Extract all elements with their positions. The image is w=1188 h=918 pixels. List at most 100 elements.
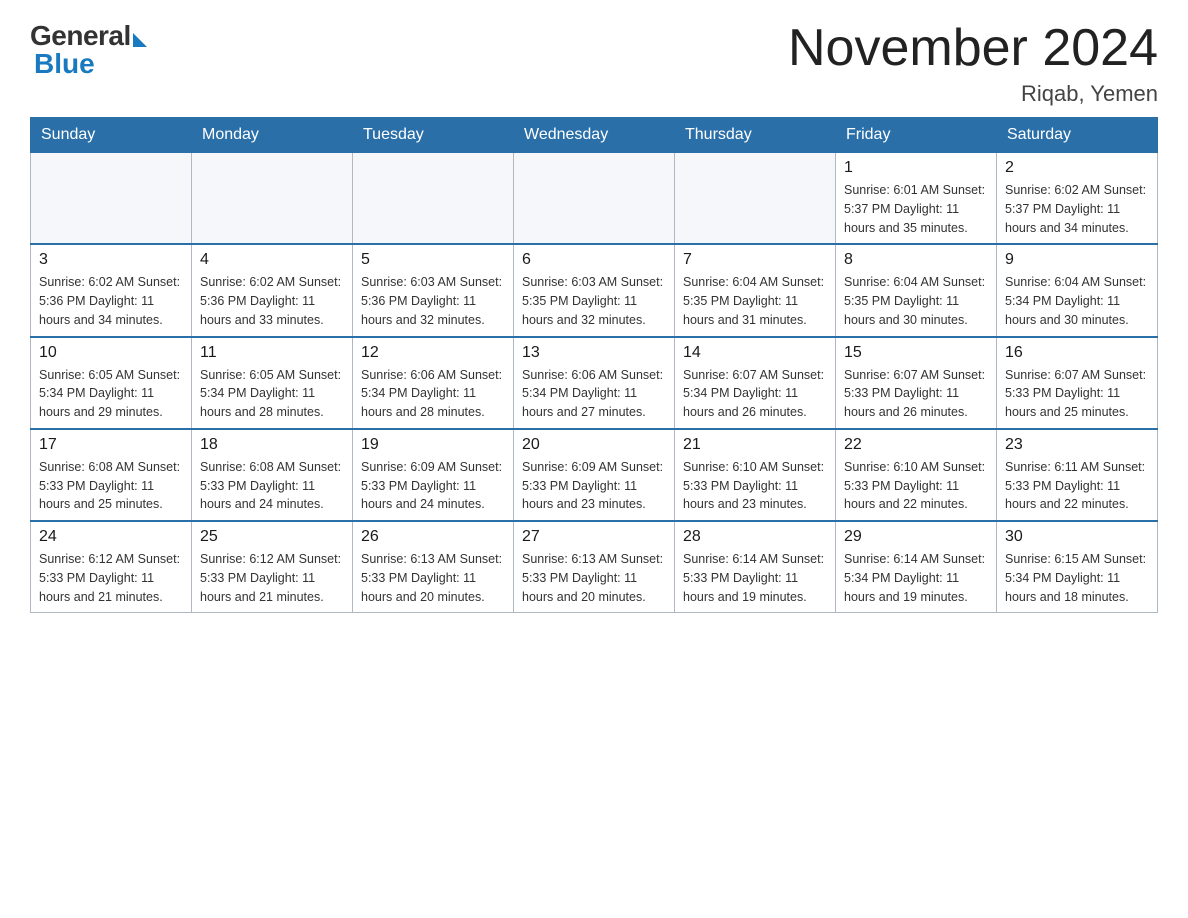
day-number: 28 bbox=[683, 528, 827, 546]
day-info-text: Sunrise: 6:05 AM Sunset: 5:34 PM Dayligh… bbox=[200, 366, 344, 422]
day-info-text: Sunrise: 6:08 AM Sunset: 5:33 PM Dayligh… bbox=[200, 458, 344, 514]
day-cell: 7 Sunrise: 6:04 AM Sunset: 5:35 PM Daylig… bbox=[675, 244, 836, 336]
day-cell: 24 Sunrise: 6:12 AM Sunset: 5:33 PM Dayli… bbox=[31, 521, 192, 613]
day-cell bbox=[675, 153, 836, 245]
day-cell: 10 Sunrise: 6:05 AM Sunset: 5:34 PM Dayli… bbox=[31, 337, 192, 429]
day-number: 13 bbox=[522, 344, 666, 362]
day-info-text: Sunrise: 6:15 AM Sunset: 5:34 PM Dayligh… bbox=[1005, 550, 1149, 606]
page-header: General Blue November 2024 Riqab, Yemen bbox=[30, 20, 1158, 107]
day-number: 29 bbox=[844, 528, 988, 546]
calendar-header-row: SundayMondayTuesdayWednesdayThursdayFrid… bbox=[31, 118, 1158, 153]
day-info-text: Sunrise: 6:05 AM Sunset: 5:34 PM Dayligh… bbox=[39, 366, 183, 422]
day-info-text: Sunrise: 6:04 AM Sunset: 5:35 PM Dayligh… bbox=[844, 273, 988, 329]
day-header-saturday: Saturday bbox=[997, 118, 1158, 153]
logo-blue-text: Blue bbox=[34, 48, 95, 80]
day-info-text: Sunrise: 6:09 AM Sunset: 5:33 PM Dayligh… bbox=[361, 458, 505, 514]
day-info-text: Sunrise: 6:14 AM Sunset: 5:33 PM Dayligh… bbox=[683, 550, 827, 606]
week-row-2: 3 Sunrise: 6:02 AM Sunset: 5:36 PM Daylig… bbox=[31, 244, 1158, 336]
day-cell: 18 Sunrise: 6:08 AM Sunset: 5:33 PM Dayli… bbox=[192, 429, 353, 521]
day-info-text: Sunrise: 6:02 AM Sunset: 5:37 PM Dayligh… bbox=[1005, 181, 1149, 237]
day-number: 27 bbox=[522, 528, 666, 546]
day-number: 16 bbox=[1005, 344, 1149, 362]
day-info-text: Sunrise: 6:07 AM Sunset: 5:34 PM Dayligh… bbox=[683, 366, 827, 422]
day-cell bbox=[192, 153, 353, 245]
day-cell: 23 Sunrise: 6:11 AM Sunset: 5:33 PM Dayli… bbox=[997, 429, 1158, 521]
week-row-1: 1Sunrise: 6:01 AM Sunset: 5:37 PM Daylig… bbox=[31, 153, 1158, 245]
day-number: 12 bbox=[361, 344, 505, 362]
day-info-text: Sunrise: 6:06 AM Sunset: 5:34 PM Dayligh… bbox=[361, 366, 505, 422]
day-info-text: Sunrise: 6:14 AM Sunset: 5:34 PM Dayligh… bbox=[844, 550, 988, 606]
day-number: 30 bbox=[1005, 528, 1149, 546]
day-number: 5 bbox=[361, 251, 505, 269]
day-info-text: Sunrise: 6:10 AM Sunset: 5:33 PM Dayligh… bbox=[844, 458, 988, 514]
day-header-wednesday: Wednesday bbox=[514, 118, 675, 153]
day-cell: 13 Sunrise: 6:06 AM Sunset: 5:34 PM Dayli… bbox=[514, 337, 675, 429]
day-cell: 9Sunrise: 6:04 AM Sunset: 5:34 PM Daylig… bbox=[997, 244, 1158, 336]
day-cell: 25Sunrise: 6:12 AM Sunset: 5:33 PM Dayli… bbox=[192, 521, 353, 613]
calendar-title: November 2024 bbox=[788, 20, 1158, 77]
day-cell: 11 Sunrise: 6:05 AM Sunset: 5:34 PM Dayli… bbox=[192, 337, 353, 429]
week-row-4: 17Sunrise: 6:08 AM Sunset: 5:33 PM Dayli… bbox=[31, 429, 1158, 521]
title-block: November 2024 Riqab, Yemen bbox=[788, 20, 1158, 107]
day-cell: 29 Sunrise: 6:14 AM Sunset: 5:34 PM Dayli… bbox=[836, 521, 997, 613]
day-info-text: Sunrise: 6:02 AM Sunset: 5:36 PM Dayligh… bbox=[200, 273, 344, 329]
day-number: 2 bbox=[1005, 159, 1149, 177]
day-info-text: Sunrise: 6:09 AM Sunset: 5:33 PM Dayligh… bbox=[522, 458, 666, 514]
day-header-sunday: Sunday bbox=[31, 118, 192, 153]
day-number: 23 bbox=[1005, 436, 1149, 454]
day-number: 21 bbox=[683, 436, 827, 454]
week-row-5: 24 Sunrise: 6:12 AM Sunset: 5:33 PM Dayli… bbox=[31, 521, 1158, 613]
logo: General Blue bbox=[30, 20, 147, 80]
day-cell: 16 Sunrise: 6:07 AM Sunset: 5:33 PM Dayli… bbox=[997, 337, 1158, 429]
day-cell: 21 Sunrise: 6:10 AM Sunset: 5:33 PM Dayli… bbox=[675, 429, 836, 521]
day-number: 20 bbox=[522, 436, 666, 454]
day-number: 3 bbox=[39, 251, 183, 269]
day-number: 10 bbox=[39, 344, 183, 362]
day-cell: 6 Sunrise: 6:03 AM Sunset: 5:35 PM Daylig… bbox=[514, 244, 675, 336]
day-number: 18 bbox=[200, 436, 344, 454]
day-cell: 19Sunrise: 6:09 AM Sunset: 5:33 PM Dayli… bbox=[353, 429, 514, 521]
day-cell bbox=[514, 153, 675, 245]
day-number: 22 bbox=[844, 436, 988, 454]
day-cell: 15Sunrise: 6:07 AM Sunset: 5:33 PM Dayli… bbox=[836, 337, 997, 429]
day-info-text: Sunrise: 6:13 AM Sunset: 5:33 PM Dayligh… bbox=[522, 550, 666, 606]
day-cell: 5 Sunrise: 6:03 AM Sunset: 5:36 PM Daylig… bbox=[353, 244, 514, 336]
day-info-text: Sunrise: 6:06 AM Sunset: 5:34 PM Dayligh… bbox=[522, 366, 666, 422]
day-header-friday: Friday bbox=[836, 118, 997, 153]
day-info-text: Sunrise: 6:11 AM Sunset: 5:33 PM Dayligh… bbox=[1005, 458, 1149, 514]
day-number: 24 bbox=[39, 528, 183, 546]
day-info-text: Sunrise: 6:03 AM Sunset: 5:36 PM Dayligh… bbox=[361, 273, 505, 329]
day-info-text: Sunrise: 6:02 AM Sunset: 5:36 PM Dayligh… bbox=[39, 273, 183, 329]
day-cell: 1Sunrise: 6:01 AM Sunset: 5:37 PM Daylig… bbox=[836, 153, 997, 245]
day-number: 8 bbox=[844, 251, 988, 269]
logo-arrow-icon bbox=[133, 33, 147, 47]
day-info-text: Sunrise: 6:13 AM Sunset: 5:33 PM Dayligh… bbox=[361, 550, 505, 606]
day-cell: 27 Sunrise: 6:13 AM Sunset: 5:33 PM Dayli… bbox=[514, 521, 675, 613]
day-cell: 22 Sunrise: 6:10 AM Sunset: 5:33 PM Dayli… bbox=[836, 429, 997, 521]
day-info-text: Sunrise: 6:07 AM Sunset: 5:33 PM Dayligh… bbox=[1005, 366, 1149, 422]
day-number: 6 bbox=[522, 251, 666, 269]
day-cell: 3 Sunrise: 6:02 AM Sunset: 5:36 PM Daylig… bbox=[31, 244, 192, 336]
day-cell: 20 Sunrise: 6:09 AM Sunset: 5:33 PM Dayli… bbox=[514, 429, 675, 521]
day-number: 26 bbox=[361, 528, 505, 546]
day-number: 1 bbox=[844, 159, 988, 177]
day-cell: 2 Sunrise: 6:02 AM Sunset: 5:37 PM Daylig… bbox=[997, 153, 1158, 245]
week-row-3: 10 Sunrise: 6:05 AM Sunset: 5:34 PM Dayli… bbox=[31, 337, 1158, 429]
day-header-thursday: Thursday bbox=[675, 118, 836, 153]
day-info-text: Sunrise: 6:08 AM Sunset: 5:33 PM Dayligh… bbox=[39, 458, 183, 514]
day-number: 7 bbox=[683, 251, 827, 269]
day-info-text: Sunrise: 6:10 AM Sunset: 5:33 PM Dayligh… bbox=[683, 458, 827, 514]
day-number: 11 bbox=[200, 344, 344, 362]
day-number: 9 bbox=[1005, 251, 1149, 269]
day-cell bbox=[353, 153, 514, 245]
day-header-monday: Monday bbox=[192, 118, 353, 153]
day-info-text: Sunrise: 6:03 AM Sunset: 5:35 PM Dayligh… bbox=[522, 273, 666, 329]
day-cell: 30 Sunrise: 6:15 AM Sunset: 5:34 PM Dayli… bbox=[997, 521, 1158, 613]
day-cell: 17Sunrise: 6:08 AM Sunset: 5:33 PM Dayli… bbox=[31, 429, 192, 521]
day-info-text: Sunrise: 6:04 AM Sunset: 5:35 PM Dayligh… bbox=[683, 273, 827, 329]
day-number: 25 bbox=[200, 528, 344, 546]
day-info-text: Sunrise: 6:12 AM Sunset: 5:33 PM Dayligh… bbox=[39, 550, 183, 606]
day-number: 4 bbox=[200, 251, 344, 269]
day-number: 14 bbox=[683, 344, 827, 362]
day-cell: 26 Sunrise: 6:13 AM Sunset: 5:33 PM Dayli… bbox=[353, 521, 514, 613]
